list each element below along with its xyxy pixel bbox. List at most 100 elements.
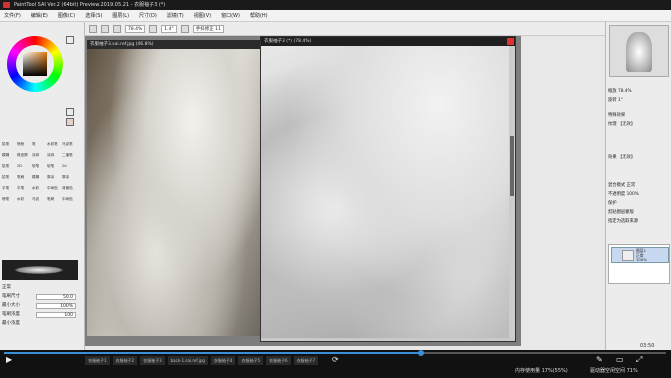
density-row[interactable]: 笔刷浓度 100 <box>2 311 80 319</box>
menu-layer[interactable]: 图层(L) <box>112 12 129 19</box>
tool-slot[interactable]: 平笔 <box>17 186 31 196</box>
blend-row[interactable]: 混合模式 正常 <box>608 182 670 190</box>
tool-slot[interactable]: 水彩 <box>32 186 46 196</box>
fullscreen-icon[interactable]: ⤢ <box>636 355 642 365</box>
zoom-out-button[interactable] <box>113 24 121 33</box>
tool-slot[interactable]: 笔 <box>32 142 46 152</box>
flip-button[interactable] <box>180 24 189 33</box>
close-icon[interactable] <box>507 38 514 45</box>
file-tab[interactable]: 衣服袖子5 <box>238 356 264 365</box>
navigator-thumbnail <box>626 32 652 72</box>
tool-slot[interactable]: 模糊 <box>32 175 46 185</box>
zoom-field[interactable]: 78.4% <box>125 24 146 33</box>
sample-row[interactable]: 指定为选取来源 <box>608 218 670 226</box>
file-tab[interactable]: 衣服袖子3 <box>140 356 165 365</box>
drive-status: 驱动器空闲空间 71% <box>590 368 638 374</box>
menu-select[interactable]: 选择(S) <box>85 12 102 19</box>
density-label: 笔刷浓度 <box>2 312 20 317</box>
file-tab[interactable]: 衣服袖子1 <box>85 356 110 365</box>
tool-slot[interactable]: 软笔 <box>47 164 61 174</box>
painting-canvas[interactable] <box>261 46 515 338</box>
menu-view[interactable]: 视图(V) <box>194 12 211 19</box>
nav-zoom-value: 78.4% <box>617 89 632 94</box>
nav-zoom-row[interactable]: 缩放 78.4% <box>608 88 670 96</box>
brush-mode-row[interactable]: 正常 <box>2 284 80 292</box>
video-progress[interactable] <box>4 350 666 356</box>
navigator[interactable] <box>609 25 669 77</box>
effect-row[interactable]: 效果 【无效】 <box>608 154 670 162</box>
brush-tool-grid: 铅笔 喷枪 笔 水彩笔 马克笔 模糊 橡皮擦 涂抹 涂抹 二值笔 铅笔 2D 软… <box>2 142 73 207</box>
tool-slot[interactable]: 笔刷 <box>47 197 61 207</box>
canvas-scrollbar[interactable] <box>509 46 515 338</box>
tool-slot[interactable]: 铅笔 <box>2 175 16 185</box>
tool-slot[interactable]: 喷笔 <box>2 197 16 207</box>
file-tab[interactable]: 衣服袖子6 <box>266 356 291 365</box>
rotate-button[interactable] <box>149 24 158 33</box>
brush-size-row[interactable]: 笔刷尺寸 50.0 <box>2 293 80 301</box>
tool-slot[interactable]: 厚涂 <box>62 175 76 185</box>
angle-field[interactable]: 1.4° <box>161 24 177 33</box>
undo-button[interactable] <box>89 24 97 33</box>
color-swatch[interactable] <box>66 108 74 116</box>
menu-help[interactable]: 帮助(H) <box>250 12 268 19</box>
tool-slot[interactable]: 铅笔 <box>2 142 16 152</box>
screen-icon[interactable]: ▭ <box>616 355 624 365</box>
tool-slot[interactable]: 厚涂 <box>47 175 61 185</box>
clip-row[interactable]: 剪贴图层蒙版 <box>608 209 670 217</box>
scrollbar-thumb[interactable] <box>510 136 514 196</box>
min-size-slider[interactable]: 100% <box>36 303 76 309</box>
min-density-label: 最小浓度 <box>2 321 20 326</box>
tool-slot[interactable]: 喷枪 <box>17 142 31 152</box>
foreground-swatch[interactable] <box>66 36 74 44</box>
tool-slot[interactable]: 涂抹 <box>32 153 46 163</box>
min-size-row[interactable]: 最小大小 100% <box>2 302 80 310</box>
color-square[interactable] <box>23 52 47 76</box>
tool-slot[interactable]: 2d <box>62 164 76 174</box>
tool-slot[interactable]: 中间色 <box>47 186 61 196</box>
file-tab[interactable]: 衣服袖子4 <box>210 356 236 365</box>
tool-slot[interactable]: 背景色 <box>62 186 76 196</box>
stabilizer-field[interactable]: 手抖修正 11 <box>192 24 224 33</box>
tool-slot[interactable]: 二值笔 <box>62 153 76 163</box>
pen-icon[interactable]: ✎ <box>596 355 603 365</box>
window-title: PaintTool SAI Ver.2 (64bit) Preview.2019… <box>14 2 166 8</box>
tool-slot[interactable]: 涂抹 <box>47 153 61 163</box>
color-wheel[interactable] <box>7 36 63 92</box>
file-tab[interactable]: 衣服袖子2 <box>112 356 138 365</box>
tool-slot[interactable]: 马克 <box>32 197 46 207</box>
layer-item[interactable]: 图层1 正常 100% <box>611 247 669 263</box>
menu-edit[interactable]: 编辑(E) <box>31 12 48 19</box>
tool-slot[interactable]: 橡皮擦 <box>17 153 31 163</box>
redo-button[interactable] <box>101 24 109 33</box>
menu-size[interactable]: 尺寸(D) <box>139 12 157 19</box>
work-canvas-window[interactable]: 衣服袖子3 (*) (78.4%) <box>260 36 516 342</box>
tool-slot[interactable]: 马克笔 <box>62 142 76 152</box>
refresh-icon[interactable]: ⟳ <box>332 355 339 365</box>
reference-window[interactable]: 衣服袖子3.sai.ref.jpg (46.8%) <box>87 40 262 336</box>
tool-slot[interactable]: 平笔 <box>2 186 16 196</box>
texture-row[interactable]: 纹理 【无效】 <box>608 121 670 129</box>
file-tab[interactable]: back-1.sai.ref.jpg <box>167 356 208 365</box>
menu-image[interactable]: 图像(C) <box>58 12 75 19</box>
tool-slot[interactable]: 水彩 <box>17 197 31 207</box>
tool-slot[interactable]: 水彩笔 <box>47 142 61 152</box>
canvas-area: 衣服袖子3.sai.ref.jpg (46.8%) 衣服袖子3 (*) (78.… <box>85 36 521 346</box>
nav-angle-row[interactable]: 旋转 1° <box>608 97 670 105</box>
background-swatch[interactable] <box>66 118 74 126</box>
file-tab[interactable]: 衣服袖子7 <box>293 356 319 365</box>
menu-window[interactable]: 窗口(W) <box>221 12 240 19</box>
blend-value: 正常 <box>626 183 636 188</box>
tool-slot[interactable]: 铅笔 <box>2 164 16 174</box>
tool-slot[interactable]: 2D <box>17 164 31 174</box>
menu-file[interactable]: 文件(F) <box>4 12 21 19</box>
tool-slot[interactable]: 模糊 <box>2 153 16 163</box>
min-density-row[interactable]: 最小浓度 <box>2 320 80 328</box>
opacity-row[interactable]: 不透明度 100% <box>608 191 670 199</box>
tool-slot[interactable]: 中间色 <box>62 197 76 207</box>
tool-slot[interactable]: 笔刷 <box>17 175 31 185</box>
menu-filter[interactable]: 滤镜(T) <box>167 12 184 19</box>
tool-slot[interactable]: 软笔 <box>32 164 46 174</box>
play-icon[interactable]: ▶ <box>6 355 12 365</box>
brush-size-slider[interactable]: 50.0 <box>36 294 76 300</box>
density-slider[interactable]: 100 <box>36 312 76 318</box>
